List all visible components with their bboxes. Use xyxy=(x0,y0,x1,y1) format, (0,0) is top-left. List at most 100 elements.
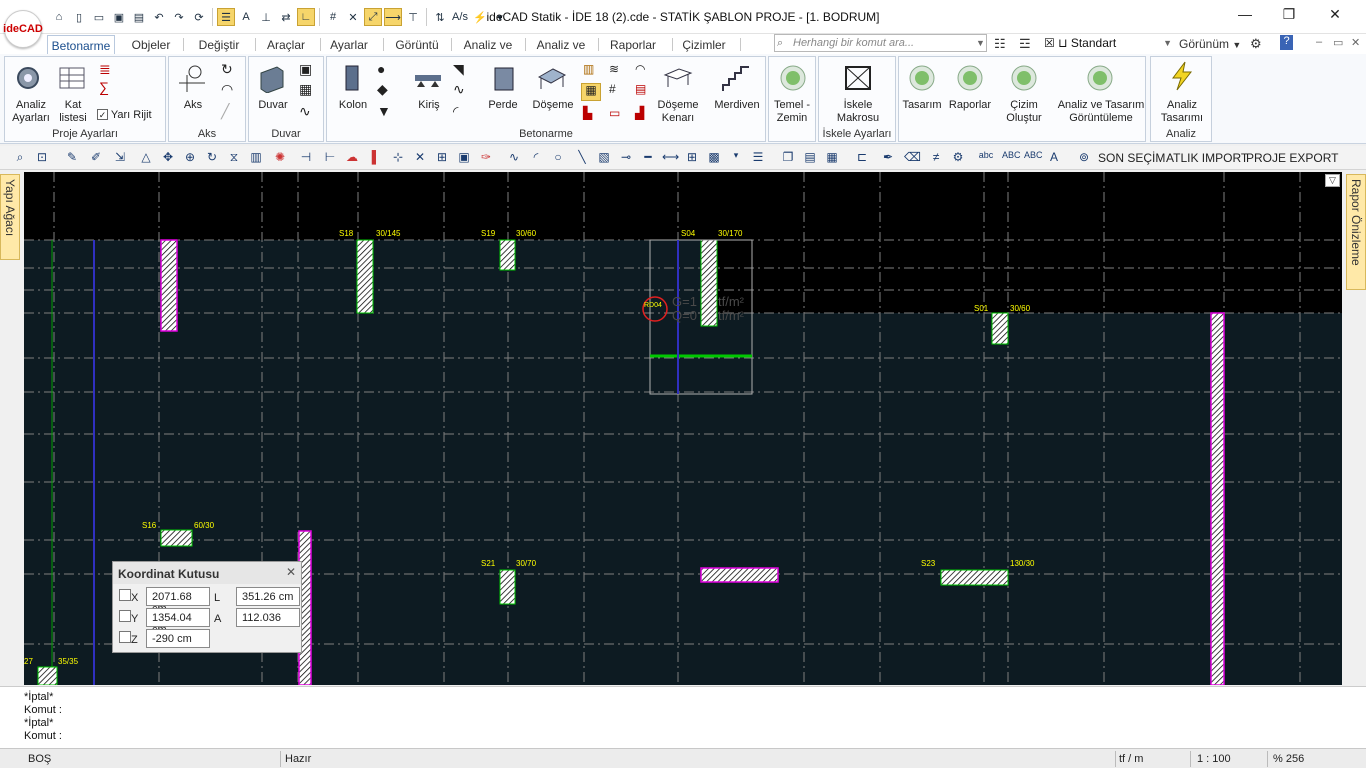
pencil-icon[interactable]: ✎ xyxy=(64,150,80,166)
proje-export-button[interactable]: PROJE EXPORT xyxy=(1246,151,1338,165)
doseme-button[interactable]: Döşeme xyxy=(531,99,575,112)
slab-opening-icon[interactable]: ▙ xyxy=(583,107,592,120)
cizim-olustur-button[interactable]: Çizim Oluştur xyxy=(999,99,1049,125)
beam-corner-icon[interactable]: ◥ xyxy=(453,62,464,76)
wall-door-icon[interactable]: ∿ xyxy=(299,104,311,118)
view-menu[interactable]: Görünüm ▼ xyxy=(1179,37,1241,51)
block-icon[interactable]: ▤ xyxy=(802,150,818,166)
column-s04[interactable] xyxy=(700,239,718,327)
kat-listesi-button[interactable]: Kat listesi xyxy=(53,99,93,125)
column-27[interactable] xyxy=(37,666,58,686)
slab-edge-icon[interactable]: ▭ xyxy=(609,107,620,120)
eraser-icon[interactable]: ⌫ xyxy=(904,150,921,166)
canvas-menu-icon[interactable]: ▽ xyxy=(1325,174,1340,187)
aks-line-icon[interactable]: ╱ xyxy=(221,104,229,118)
mirror-icon[interactable]: ⧖ xyxy=(226,150,242,166)
analiz-ayarlari-button[interactable]: Analiz Ayarları xyxy=(7,99,55,125)
zoom-window-icon[interactable]: ⊡ xyxy=(34,150,50,166)
aks-arc-icon[interactable]: ◠ xyxy=(221,82,233,96)
y-lock-checkbox[interactable] xyxy=(119,610,131,622)
measure-v-icon[interactable]: ⊏ xyxy=(854,150,870,166)
wall-window-icon[interactable]: ▦ xyxy=(299,82,312,96)
app-logo[interactable]: ideCAD xyxy=(3,10,43,48)
z-value-field[interactable]: -290 cm xyxy=(146,629,210,648)
tab-objeler[interactable]: Objeler xyxy=(124,35,178,54)
layers-stack-icon[interactable]: ☲ xyxy=(1019,36,1031,52)
explode-icon[interactable]: ✺ xyxy=(272,150,288,166)
slab-ribs-icon[interactable]: # xyxy=(609,83,616,96)
array-icon[interactable]: ▥ xyxy=(248,150,264,166)
tab-betonarme[interactable]: Betonarme xyxy=(47,35,115,54)
beam-arc-icon[interactable]: ◜ xyxy=(453,104,458,118)
slab-hatch-icon[interactable]: ▥ xyxy=(583,63,594,76)
settings-small-icon[interactable]: ⚙ xyxy=(950,150,966,166)
analiz-tasarimi-button[interactable]: Analiz Tasarımı xyxy=(1153,99,1211,125)
help-icon[interactable]: ? xyxy=(1280,35,1293,50)
atlik-import-button[interactable]: ATLIK IMPORT xyxy=(1166,151,1248,165)
column-s16[interactable] xyxy=(160,529,193,547)
brush-icon[interactable]: ✒ xyxy=(880,150,896,166)
status-zoom[interactable]: % 256 xyxy=(1273,753,1304,765)
perde-button[interactable]: Perde xyxy=(483,99,523,112)
slab-load-icon[interactable]: ◠ xyxy=(635,63,645,76)
z-lock-checkbox[interactable] xyxy=(119,631,131,643)
yapi-agaci-panel-tab[interactable]: Yapı Ağacı xyxy=(0,174,20,260)
search-dropdown-icon[interactable]: ▼ xyxy=(976,38,985,48)
status-unit[interactable]: tf / m xyxy=(1119,753,1143,765)
point-icon[interactable]: ⊸ xyxy=(618,150,634,166)
beam-curve-icon[interactable]: ∿ xyxy=(453,82,465,96)
aks-rotate-icon[interactable]: ↻ xyxy=(221,62,233,76)
strike-icon[interactable]: ≠ xyxy=(928,150,944,166)
text-caps-icon[interactable]: ABC xyxy=(1024,150,1043,166)
yari-rijit-checkbox[interactable]: ✓ Yarı Rijit xyxy=(97,109,167,122)
list-icon[interactable]: ☰ xyxy=(750,150,766,166)
column-s01[interactable] xyxy=(991,312,1009,345)
column-s19[interactable] xyxy=(499,239,516,271)
l-value-field[interactable]: 351.26 cm xyxy=(236,587,300,606)
cross-icon[interactable]: ✕ xyxy=(412,150,428,166)
stretch-icon[interactable]: ⊞ xyxy=(434,150,450,166)
column-s23[interactable] xyxy=(940,569,1009,586)
tasarim-button[interactable]: Tasarım xyxy=(899,99,945,112)
line-icon[interactable]: ╲ xyxy=(574,150,590,166)
triangle-icon[interactable]: △ xyxy=(138,150,154,166)
cloud-icon[interactable]: ☁ xyxy=(344,150,360,166)
x-lock-checkbox[interactable] xyxy=(119,589,131,601)
stair-list-icon[interactable]: ≣ xyxy=(99,62,111,76)
column-cap-icon[interactable]: ▼ xyxy=(377,104,391,118)
edit-icon[interactable]: ✐ xyxy=(88,150,104,166)
tab-ayarlar[interactable]: Ayarlar xyxy=(325,35,373,54)
bars-icon[interactable]: ▌ xyxy=(368,150,384,166)
extend-icon[interactable]: ⊢ xyxy=(322,150,338,166)
tab-analiz-ve-tas-1[interactable]: Analiz ve Tas xyxy=(453,35,523,66)
rotate-icon[interactable]: ↻ xyxy=(204,150,220,166)
copy-icon[interactable]: ❐ xyxy=(780,150,796,166)
props-icon[interactable]: ▦ xyxy=(824,150,840,166)
round-column-icon[interactable]: ● xyxy=(377,62,385,76)
aks-button[interactable]: Aks xyxy=(175,99,211,112)
column-s18[interactable] xyxy=(356,239,374,314)
temel-zemin-button[interactable]: Temel - Zemin xyxy=(769,99,815,125)
arc-icon[interactable]: ◜ xyxy=(528,150,544,166)
y-value-field[interactable]: 1354.04 cm xyxy=(146,608,210,636)
slab-grid-icon[interactable]: ▦ xyxy=(581,83,601,101)
move-icon[interactable]: ✥ xyxy=(160,150,176,166)
zoom-icon[interactable]: ⌕ xyxy=(12,150,28,166)
tab-goruntu[interactable]: Görüntü xyxy=(388,35,446,54)
tab-araclar[interactable]: Araçlar xyxy=(260,35,312,54)
polygon-column-icon[interactable]: ◆ xyxy=(377,82,388,96)
mdi-minimize-icon[interactable]: – xyxy=(1316,36,1322,48)
x-value-field[interactable]: 2071.68 cm xyxy=(146,587,210,615)
analiz-goruntuleme-button[interactable]: Analiz ve Tasarım Görüntüleme xyxy=(1055,99,1147,125)
polyline-icon[interactable]: ∿ xyxy=(506,150,522,166)
beam-middle[interactable] xyxy=(700,567,779,583)
circle-icon[interactable]: ○ xyxy=(550,150,566,166)
tab-cizimler[interactable]: Çizimler xyxy=(676,35,732,54)
image-icon[interactable]: ▩ xyxy=(706,150,722,166)
tab-analiz-ve-tas-2[interactable]: Analiz ve Tas xyxy=(527,35,595,66)
a-value-field[interactable]: 112.036 xyxy=(236,608,300,627)
settings-icon[interactable]: ⚙ xyxy=(1250,36,1262,52)
section-icon[interactable]: ∑ xyxy=(99,80,109,94)
merdiven-button[interactable]: Merdiven xyxy=(711,99,763,112)
close-icon[interactable]: ✕ xyxy=(1324,6,1346,26)
